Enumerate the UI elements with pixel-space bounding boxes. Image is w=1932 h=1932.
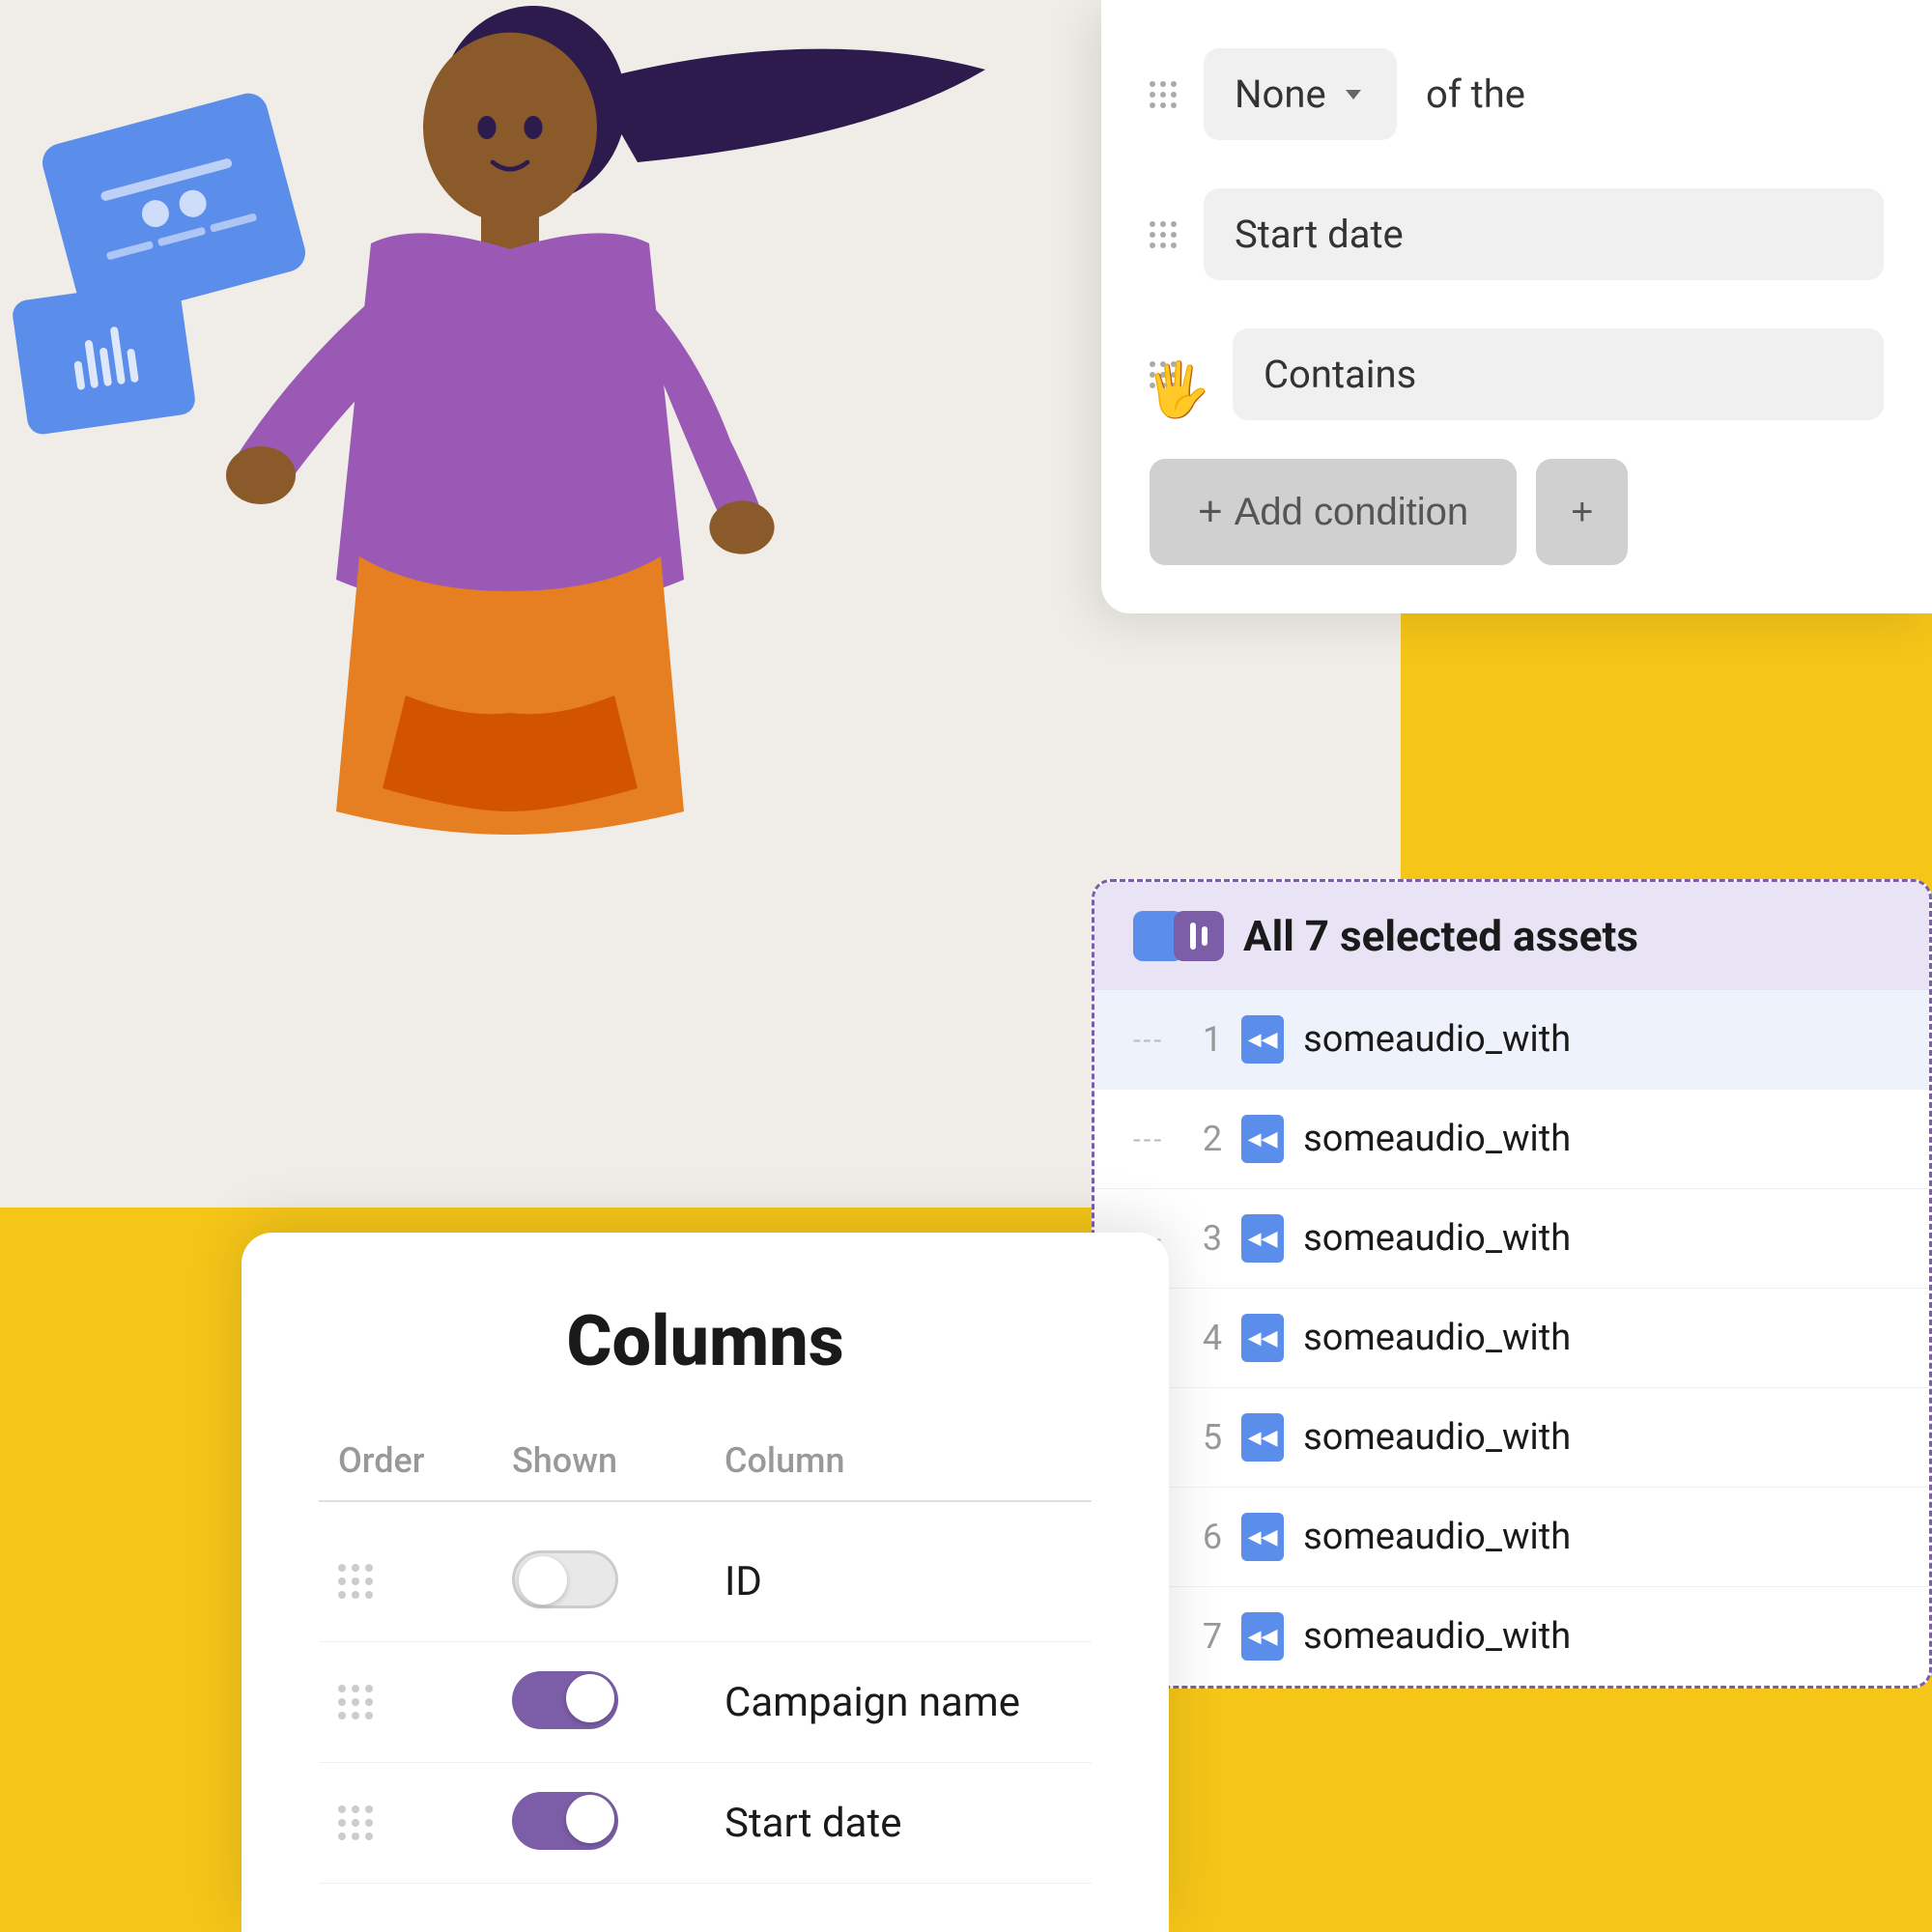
asset-number-4: 4 (1179, 1318, 1222, 1358)
column-row-startdate: Start date (319, 1763, 1092, 1884)
asset-row-5[interactable]: - - - 5 ◀ someaudio_with (1094, 1388, 1929, 1488)
asset-file-icon-4: ◀ (1241, 1314, 1284, 1362)
asset-icon-bar (1190, 923, 1196, 950)
asset-row-7[interactable]: - - - 7 ◀ someaudio_with (1094, 1587, 1929, 1686)
contains-label: Contains (1264, 352, 1416, 397)
asset-name-1: someaudio_with (1303, 1018, 1571, 1061)
filter-row-2: Start date (1150, 179, 1884, 290)
add-condition-button[interactable]: + Add condition (1150, 459, 1517, 565)
asset-number-7: 7 (1179, 1616, 1222, 1657)
asset-number-1: 1 (1179, 1019, 1222, 1060)
asset-row-4[interactable]: - - - 4 ◀ someaudio_with (1094, 1289, 1929, 1388)
order-header: Order (338, 1440, 512, 1481)
asset-file-icon-7: ◀ (1241, 1612, 1284, 1661)
toggle-startdate[interactable] (512, 1792, 724, 1854)
more-options-button[interactable]: + (1536, 459, 1628, 565)
none-dropdown[interactable]: None (1204, 48, 1397, 140)
columns-panel: Columns Order Shown Column ID (242, 1233, 1169, 1932)
filter-row-3: 🖐 Contains (1150, 319, 1884, 430)
video-tile-bar (99, 157, 233, 202)
video-dot-1 (139, 197, 172, 230)
asset-name-3: someaudio_with (1303, 1217, 1571, 1260)
asset-icon-bar2 (1202, 926, 1208, 946)
toggle-id[interactable] (512, 1550, 724, 1612)
asset-name-4: someaudio_with (1303, 1317, 1571, 1359)
filter-actions-row: + Add condition + (1150, 459, 1884, 565)
asset-dashes-1: - - - (1133, 1024, 1159, 1056)
filter-panel: None of the Start date 🖐 Contains (1101, 0, 1932, 613)
wave-bar-2 (84, 340, 99, 389)
video-dot-2 (176, 187, 209, 220)
asset-number-2: 2 (1179, 1119, 1222, 1159)
column-label-campaign: Campaign name (724, 1679, 1020, 1726)
asset-dashes-2: - - - (1133, 1123, 1159, 1155)
filter-drag-2[interactable] (1150, 221, 1184, 248)
none-label: None (1235, 71, 1326, 117)
asset-file-icon-2: ◀ (1241, 1115, 1284, 1163)
drag-handle-id[interactable] (338, 1564, 512, 1599)
contains-field[interactable]: Contains (1233, 328, 1884, 420)
column-row-campaign: Campaign name (319, 1642, 1092, 1763)
wave-bar-1 (73, 360, 85, 390)
hand-cursor-icon: 🖐 (1145, 364, 1210, 417)
filter-row-1: None of the (1150, 39, 1884, 150)
asset-file-icon-6: ◀ (1241, 1513, 1284, 1561)
column-header: Column (724, 1440, 845, 1481)
start-date-label: Start date (1235, 212, 1404, 257)
filter-drag-1[interactable] (1150, 81, 1184, 108)
more-dots-icon: + (1571, 491, 1593, 534)
column-label-startdate: Start date (724, 1800, 901, 1847)
start-date-field[interactable]: Start date (1204, 188, 1884, 280)
asset-panel-header: All 7 selected assets (1094, 882, 1929, 990)
wave-bar-4 (109, 327, 125, 385)
asset-name-5: someaudio_with (1303, 1416, 1571, 1459)
toggle-campaign[interactable] (512, 1671, 724, 1733)
of-the-text: of the (1426, 71, 1525, 117)
add-condition-plus-icon: + (1198, 488, 1223, 536)
asset-row-1[interactable]: - - - 1 ◀ someaudio_with (1094, 990, 1929, 1090)
add-condition-label: Add condition (1235, 491, 1468, 534)
shown-header: Shown (512, 1440, 724, 1481)
asset-number-3: 3 (1179, 1218, 1222, 1259)
filter-drag-cursor[interactable]: 🖐 (1150, 361, 1184, 388)
column-label-id: ID (724, 1558, 762, 1605)
column-row-id: ID (319, 1521, 1092, 1642)
asset-panel: All 7 selected assets - - - 1 ◀ someaudi… (1092, 879, 1932, 1689)
asset-file-icon-5: ◀ (1241, 1413, 1284, 1462)
asset-name-2: someaudio_with (1303, 1118, 1571, 1160)
columns-table-header: Order Shown Column (319, 1440, 1092, 1502)
asset-icon-purple (1174, 911, 1224, 961)
columns-title: Columns (319, 1300, 1092, 1382)
wave-bar-5 (127, 349, 139, 384)
drag-handle-campaign[interactable] (338, 1685, 512, 1719)
audio-tile (11, 279, 197, 437)
asset-name-6: someaudio_with (1303, 1516, 1571, 1558)
wave-bar-3 (99, 348, 111, 387)
none-chevron (1346, 90, 1361, 99)
asset-row-3[interactable]: - - - 3 ◀ someaudio_with (1094, 1189, 1929, 1289)
asset-row-6[interactable]: - - - 6 ◀ someaudio_with (1094, 1488, 1929, 1587)
asset-row-2[interactable]: - - - 2 ◀ someaudio_with (1094, 1090, 1929, 1189)
asset-header-text: All 7 selected assets (1243, 911, 1638, 961)
asset-file-icon-3: ◀ (1241, 1214, 1284, 1263)
asset-name-7: someaudio_with (1303, 1615, 1571, 1658)
drag-handle-startdate[interactable] (338, 1805, 512, 1840)
asset-file-icon-1: ◀ (1241, 1015, 1284, 1064)
asset-icon-stack (1133, 911, 1224, 961)
asset-number-6: 6 (1179, 1517, 1222, 1557)
asset-number-5: 5 (1179, 1417, 1222, 1458)
